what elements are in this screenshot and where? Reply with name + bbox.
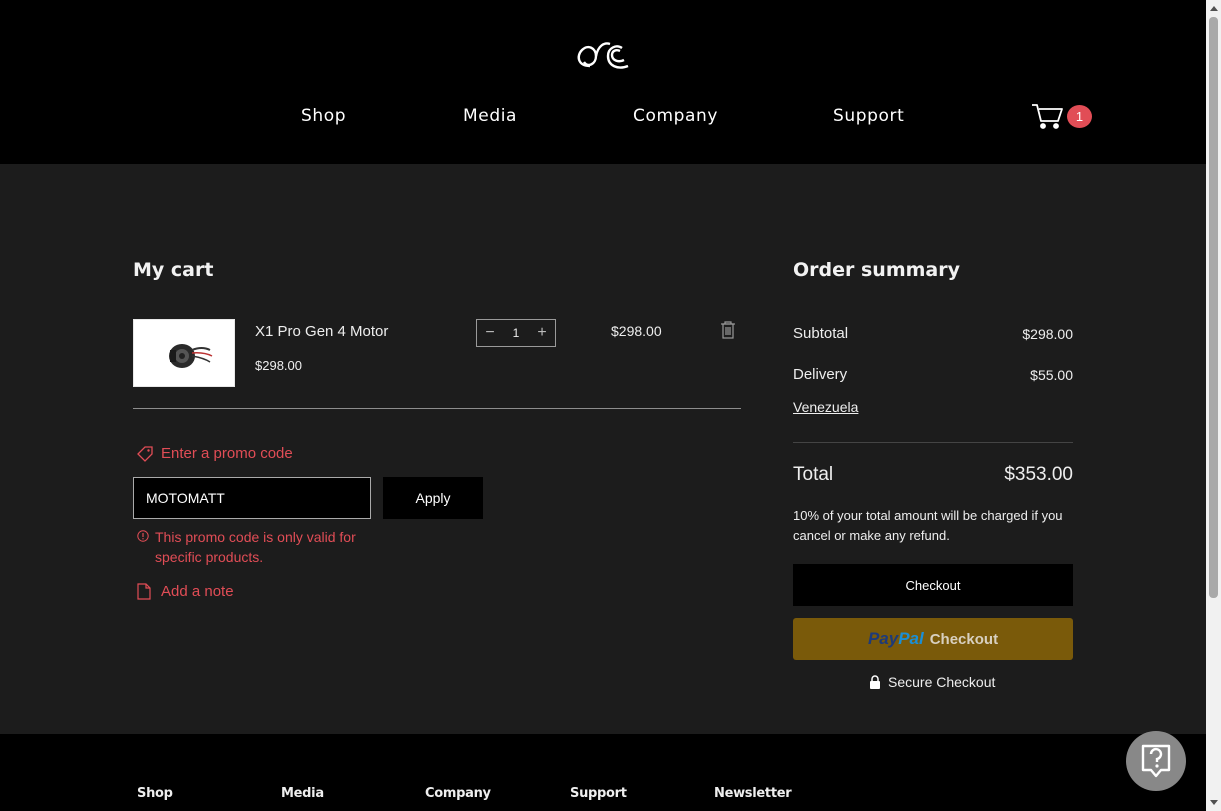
checkout-button[interactable]: Checkout (793, 564, 1073, 606)
line-total: $298.00 (611, 323, 662, 339)
footer-newsletter[interactable]: Newsletter (714, 786, 792, 801)
quantity-value[interactable]: 1 (513, 326, 520, 340)
product-name[interactable]: X1 Pro Gen 4 Motor (255, 323, 388, 340)
delivery-country-link[interactable]: Venezuela (793, 399, 858, 415)
nav-media[interactable]: Media (463, 106, 517, 126)
quantity-stepper[interactable]: − 1 + (476, 319, 556, 347)
brand-logo-icon[interactable] (574, 36, 632, 74)
nav-shop[interactable]: Shop (301, 106, 346, 126)
help-question-icon (1141, 744, 1171, 778)
promo-code-toggle[interactable]: Enter a promo code (137, 445, 293, 462)
footer-company[interactable]: Company (425, 786, 491, 801)
order-summary-title: Order summary (793, 259, 961, 281)
paypal-checkout-label: Checkout (929, 630, 999, 648)
subtotal-label: Subtotal (793, 325, 849, 342)
scroll-up-arrow-icon[interactable] (1206, 0, 1221, 17)
cart-divider (133, 408, 741, 409)
nav-support[interactable]: Support (833, 106, 904, 126)
scrollbar-thumb[interactable] (1209, 17, 1218, 598)
add-note-toggle[interactable]: Add a note (137, 583, 234, 600)
delivery-label: Delivery (793, 366, 848, 383)
subtotal-value: $298.00 (1022, 326, 1073, 342)
error-icon (137, 530, 149, 542)
decrease-quantity-button[interactable]: − (483, 325, 497, 341)
footer-support[interactable]: Support (570, 786, 627, 801)
trash-icon[interactable] (720, 321, 736, 339)
footer-shop[interactable]: Shop (137, 786, 173, 801)
help-chat-button[interactable] (1126, 731, 1186, 791)
delivery-value: $55.00 (1030, 367, 1073, 383)
nav-company[interactable]: Company (633, 106, 718, 126)
secure-checkout-notice: Secure Checkout (869, 674, 995, 690)
total-label: Total (793, 464, 834, 485)
add-note-label: Add a note (161, 583, 234, 600)
promo-code-input[interactable] (133, 477, 371, 519)
motor-product-image (169, 344, 213, 368)
cart-title: My cart (133, 259, 214, 281)
footer-media[interactable]: Media (281, 786, 324, 801)
product-thumbnail[interactable] (133, 319, 235, 387)
increase-quantity-button[interactable]: + (535, 325, 549, 341)
paypal-logo-pal: Pal (898, 629, 924, 648)
promo-error-message: This promo code is only valid for specif… (155, 529, 356, 565)
note-icon (137, 583, 151, 600)
tag-icon (137, 445, 153, 462)
shopping-cart-icon[interactable] (1030, 101, 1066, 131)
apply-promo-button[interactable]: Apply (383, 477, 483, 519)
product-unit-price: $298.00 (255, 358, 302, 373)
paypal-checkout-button[interactable]: Pay Pal Checkout (793, 618, 1073, 660)
promo-code-label: Enter a promo code (161, 445, 293, 462)
summary-divider (793, 442, 1073, 443)
site-header (0, 0, 1206, 164)
scroll-down-arrow-icon[interactable] (1206, 794, 1221, 811)
total-value: $353.00 (1004, 464, 1073, 485)
paypal-logo-pay: Pay (867, 629, 899, 648)
cart-count-badge: 1 (1067, 105, 1092, 128)
refund-fee-note: 10% of your total amount will be charged… (793, 508, 1063, 543)
secure-checkout-label: Secure Checkout (888, 674, 996, 690)
lock-icon (870, 675, 880, 689)
